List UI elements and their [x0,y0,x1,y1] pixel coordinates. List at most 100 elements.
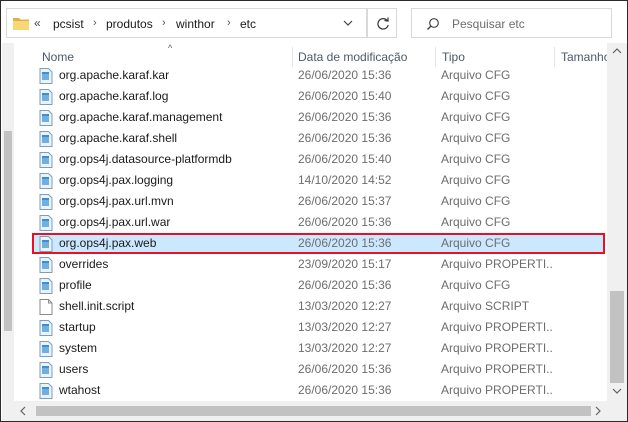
column-date[interactable]: Data de modificação [298,50,407,64]
properties-file-icon [39,383,53,399]
file-name: org.apache.karaf.shell [59,131,178,145]
file-date: 26/06/2020 15:36 [298,131,392,145]
file-type: Arquivo CFG [441,110,511,124]
file-row[interactable]: org.ops4j.pax.url.war 26/06/2020 15:36 Arq… [32,212,605,233]
file-date: 26/06/2020 15:36 [298,236,392,250]
cfg-file-icon [39,173,53,189]
scroll-up-icon[interactable] [612,47,622,55]
breadcrumb-winthor[interactable]: winthor [176,17,215,31]
file-row[interactable]: wtahost 26/06/2020 15:36 Arquivo PROPERTI.… [32,380,605,401]
file-type: Arquivo CFG [441,131,511,145]
file-name: shell.init.script [59,299,135,313]
cfg-file-icon [39,131,53,147]
file-name: system [59,341,98,355]
explorer-window: « pcsist › produtos › winthor › etc Pesq… [0,0,628,422]
file-name: org.apache.karaf.log [59,89,169,103]
column-divider[interactable] [435,47,436,67]
breadcrumb-pcsist[interactable]: pcsist [53,17,84,31]
scroll-down-icon[interactable] [612,387,622,395]
properties-file-icon [39,362,53,378]
horizontal-scrollbar[interactable] [14,401,607,421]
scrollbar-corner [607,401,627,421]
file-type: Arquivo CFG [441,194,511,208]
sort-ascending-icon: ^ [168,43,173,53]
file-date: 14/10/2020 14:52 [298,173,392,187]
file-type: Arquivo PROPERTI... [441,341,553,355]
scroll-left-icon[interactable] [19,406,27,416]
file-name: startup [59,320,96,334]
file-row[interactable]: org.ops4j.pax.url.mvn 26/06/2020 15:37 Arq… [32,191,605,212]
file-type: Arquivo CFG [441,152,511,166]
file-date: 26/06/2020 15:40 [298,152,392,166]
column-name[interactable]: Nome [42,50,74,64]
file-date: 26/06/2020 15:36 [298,215,392,229]
file-row[interactable]: org.ops4j.pax.logging 14/10/2020 14:52 Arq… [32,170,605,191]
file-row[interactable]: org.ops4j.pax.web 26/06/2020 15:36 Arquivo… [32,233,605,254]
file-row[interactable]: overrides 23/09/2020 15:17 Arquivo PROPERT… [32,254,605,275]
file-row[interactable]: org.apache.karaf.management 26/06/2020 15… [32,107,605,128]
breadcrumb-etc[interactable]: etc [240,17,256,31]
column-type[interactable]: Tipo [442,50,465,64]
overflow-chevron[interactable]: « [34,16,41,30]
chevron-right-icon[interactable]: › [227,17,231,29]
file-date: 26/06/2020 15:36 [298,362,392,376]
properties-file-icon [39,257,53,273]
cfg-file-icon [39,278,53,294]
navigation-bar: « pcsist › produtos › winthor › etc Pesq… [1,1,627,43]
file-date: 13/03/2020 12:27 [298,320,392,334]
chevron-down-icon[interactable] [341,16,355,30]
file-row[interactable]: shell.init.script 13/03/2020 12:27 Arquivo… [32,296,605,317]
navigation-pane-scrollbar[interactable] [2,43,14,421]
file-date: 26/06/2020 15:36 [298,110,392,124]
file-row[interactable]: system 13/03/2020 12:27 Arquivo PROPERTI..… [32,338,605,359]
breadcrumb-produtos[interactable]: produtos [106,17,153,31]
cfg-file-icon [39,89,53,105]
horizontal-scroll-thumb[interactable] [36,406,591,416]
file-row[interactable]: org.apache.karaf.shell 26/06/2020 15:36 Ar… [32,128,605,149]
file-type: Arquivo CFG [441,215,511,229]
search-box[interactable]: Pesquisar etc [411,8,612,38]
column-divider[interactable] [292,47,293,67]
file-row[interactable]: startup 13/03/2020 12:27 Arquivo PROPERTI.… [32,317,605,338]
file-name: org.apache.karaf.management [59,110,223,124]
chevron-right-icon[interactable]: › [93,17,97,29]
file-list: org.apache.karaf.kar 26/06/2020 15:36 Arqu… [14,65,607,401]
file-row[interactable]: org.apache.karaf.log 26/06/2020 15:40 Arqu… [32,86,605,107]
file-row[interactable]: profile 26/06/2020 15:36 Arquivo CFG [32,275,605,296]
column-divider[interactable] [554,47,555,67]
file-type: Arquivo CFG [441,236,511,250]
file-date: 26/06/2020 15:40 [298,89,392,103]
file-date: 26/06/2020 15:36 [298,68,392,82]
chevron-right-icon[interactable]: › [162,17,166,29]
navigation-pane-scroll-thumb[interactable] [4,131,12,331]
vertical-scrollbar[interactable] [607,43,627,401]
properties-file-icon [39,320,53,336]
refresh-button[interactable] [367,8,397,38]
file-row[interactable]: org.apache.karaf.kar 26/06/2020 15:36 Arqu… [32,65,605,86]
search-placeholder[interactable]: Pesquisar etc [452,17,525,31]
column-size[interactable]: Tamanho [561,50,610,64]
file-type: Arquivo CFG [441,68,511,82]
cfg-file-icon [39,194,53,210]
vertical-scroll-thumb[interactable] [610,291,624,383]
cfg-file-icon [39,152,53,168]
file-type: Arquivo CFG [441,173,511,187]
file-row[interactable]: org.ops4j.datasource-platformdb 26/06/202… [32,149,605,170]
file-type: Arquivo PROPERTI... [441,362,553,376]
file-name: org.ops4j.pax.url.war [59,215,171,229]
file-date: 13/03/2020 12:27 [298,341,392,355]
file-type: Arquivo CFG [441,278,511,292]
file-date: 23/09/2020 15:17 [298,257,392,271]
file-name: org.ops4j.pax.web [59,236,157,250]
file-date: 26/06/2020 15:36 [298,278,392,292]
file-name: wtahost [59,383,101,397]
properties-file-icon [39,341,53,357]
folder-icon [13,18,29,30]
file-type: Arquivo CFG [441,89,511,103]
scroll-right-icon[interactable] [594,406,602,416]
file-type: Arquivo SCRIPT [441,299,530,313]
file-row[interactable]: users 26/06/2020 15:36 Arquivo PROPERTI... [32,359,605,380]
file-name: profile [59,278,92,292]
address-bar[interactable]: « pcsist › produtos › winthor › etc [6,8,367,38]
file-type: Arquivo PROPERTI... [441,383,553,397]
